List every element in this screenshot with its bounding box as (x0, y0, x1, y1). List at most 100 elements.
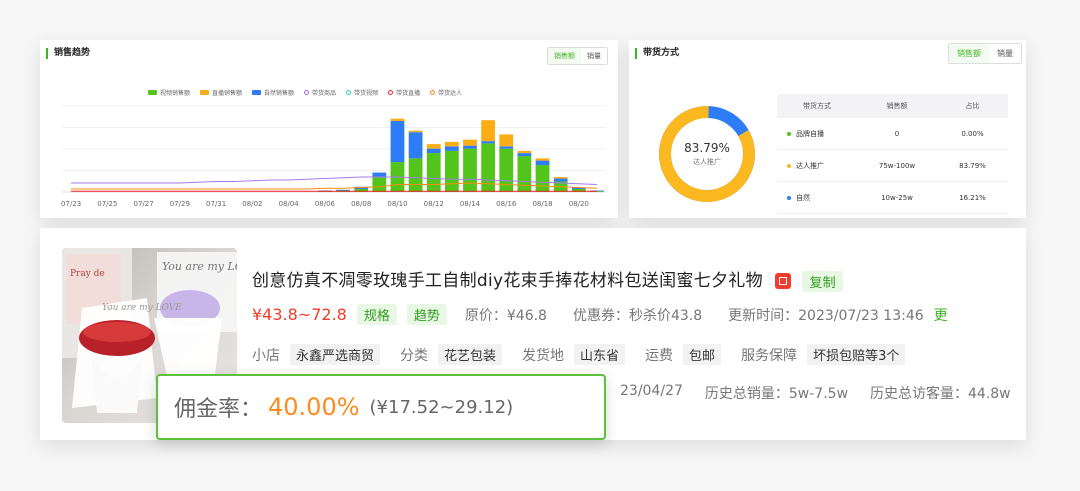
bar-segment (553, 177, 568, 179)
commission-range: (¥17.52~29.12) (369, 396, 514, 418)
channel-name: 品牌自播 (796, 129, 824, 138)
bar-segment (481, 120, 496, 142)
update-time-extra: 更 (933, 307, 948, 324)
bar-segment (463, 139, 477, 146)
price-row: ¥43.8~72.8 规格 趋势 原价：¥46.8 优惠券：秒杀价43.8 更新… (252, 304, 948, 325)
bar-segment (372, 172, 387, 178)
bar-segment (408, 158, 423, 192)
bar-segment (535, 165, 550, 192)
channel-toggle-sales-volume[interactable]: 销量 (989, 44, 1021, 63)
bar-segment (553, 178, 568, 182)
bar-segment (444, 150, 459, 192)
x-tick-label: 07/27 (134, 200, 154, 208)
donut-center: 83.79% 达人推广 (657, 104, 757, 204)
channel-table: 带货方式 销售额 占比 品牌自播 0 0.00% 达人推广 75w-100w 8… (777, 94, 1008, 214)
bar-segment (499, 134, 514, 147)
bar-segment (426, 153, 441, 192)
bar-segment (426, 144, 441, 149)
legend-dot-icon (787, 195, 791, 200)
original-price: 原价：¥46.8 (464, 307, 547, 324)
service-label: 服务保障 (741, 347, 798, 364)
commission-popup: 佣金率： 40.00% (¥17.52~29.12) (156, 374, 606, 440)
bar-segment (481, 141, 496, 144)
bar-segment (481, 143, 496, 192)
image-text: Pray de (70, 269, 105, 279)
bar-segment (499, 146, 514, 149)
bar-segment (408, 130, 423, 133)
category-label: 分类 (400, 347, 429, 364)
x-tick-label: 07/29 (170, 200, 190, 208)
x-tick-label: 08/18 (532, 200, 552, 208)
sales-channel-card: 带货方式 销售额 销量 83.79% 达人推广 带货方式 销售额 占比 品牌自播… (629, 40, 1026, 218)
channel-sales: 0 (894, 129, 900, 138)
bar-segment (463, 148, 477, 192)
channel-sales: 10w-25w (881, 193, 913, 202)
product-title: 创意仿真不凋零玫瑰手工自制diy花束手捧花材料包送闺蜜七夕礼物 (252, 271, 763, 291)
channel-ratio: 0.00% (961, 129, 984, 138)
channel-ratio: 83.79% (959, 161, 986, 170)
bar-segment (390, 120, 405, 163)
sales-trend-card: 销售趋势 销售额 销量 视频销售额 直播销售额 自然销售额 带货商品 带货视频 带货直播带… (40, 40, 618, 218)
shop-label: 小店 (252, 347, 280, 364)
header-ratio: 占比 (965, 102, 980, 110)
x-tick-label: 07/23 (61, 200, 81, 208)
table-row: 品牌自播 0 0.00% (777, 118, 1008, 150)
freight-label: 运费 (645, 347, 674, 364)
bar-segment (426, 148, 441, 154)
legend-dot-icon (787, 131, 791, 136)
bar-segment (499, 148, 514, 192)
image-text: You are my LOVE (162, 260, 237, 273)
x-tick-label: 08/02 (242, 200, 262, 208)
channel-metric-toggle: 销售额 销量 (948, 43, 1022, 64)
listed-date: 23/04/27 (620, 383, 683, 399)
bar-segment (517, 150, 532, 154)
copy-button[interactable]: 复制 (802, 270, 843, 292)
sales-channel-title: 带货方式 (635, 48, 679, 59)
freight-value: 包邮 (683, 344, 722, 365)
header-channel: 带货方式 (803, 102, 831, 110)
bar-segment (535, 158, 550, 161)
store-icon[interactable] (774, 273, 791, 289)
bar-segment (517, 156, 532, 192)
trend-button[interactable]: 趋势 (406, 304, 447, 325)
x-tick-label: 08/06 (315, 200, 336, 208)
service-value[interactable]: 坏损包赔等3个 (807, 344, 906, 365)
bar-segment (463, 145, 477, 149)
x-tick-label: 08/16 (496, 200, 517, 208)
category-value[interactable]: 花艺包装 (438, 344, 503, 365)
update-time: 更新时间：2023/07/23 13:46 (728, 307, 924, 324)
bar-segment (444, 141, 459, 147)
shop-name[interactable]: 永鑫严选商贸 (290, 344, 381, 365)
table-row: 达人推广 75w-100w 83.79% (777, 150, 1008, 182)
total-sales: 历史总销量：5w-7.5w (704, 386, 849, 402)
channel-table-header: 带货方式 销售额 占比 (777, 94, 1008, 118)
donut-percent: 83.79% (684, 141, 730, 155)
bar-segment (535, 160, 550, 166)
legend-dot-icon (787, 163, 791, 168)
spec-button[interactable]: 规格 (356, 304, 397, 325)
channel-name: 达人推广 (796, 161, 824, 170)
channel-ratio: 16.21% (959, 193, 986, 202)
total-visitors: 历史总访客量：44.8w (870, 386, 1011, 402)
commission-rate: 40.00% (268, 393, 360, 421)
x-tick-label: 08/20 (569, 200, 589, 208)
x-tick-label: 07/25 (97, 200, 117, 208)
bar-segment (517, 153, 532, 157)
x-tick-label: 07/31 (206, 200, 226, 208)
x-tick-label: 08/08 (351, 200, 371, 208)
ship-value: 山东省 (574, 344, 626, 365)
table-row: 自然 10w-25w 16.21% (777, 182, 1008, 214)
product-title-row: 创意仿真不凋零玫瑰手工自制diy花束手捧花材料包送闺蜜七夕礼物 复制 (252, 266, 843, 292)
channel-toggle-sales-amount[interactable]: 销售额 (949, 44, 990, 63)
x-tick-label: 08/04 (279, 200, 300, 208)
history-row: 23/04/27 历史总销量：5w-7.5w 历史总访客量：44.8w (620, 383, 1011, 403)
bar-segment (336, 189, 350, 191)
x-tick-label: 08/10 (387, 200, 407, 208)
product-price: ¥43.8~72.8 (252, 305, 347, 324)
channel-sales: 75w-100w (878, 161, 916, 170)
bar-segment (444, 146, 459, 151)
x-tick-label: 08/12 (424, 200, 444, 208)
bar-segment (390, 118, 405, 121)
donut-label: 达人推广 (693, 158, 721, 166)
bar-segment (372, 177, 387, 192)
